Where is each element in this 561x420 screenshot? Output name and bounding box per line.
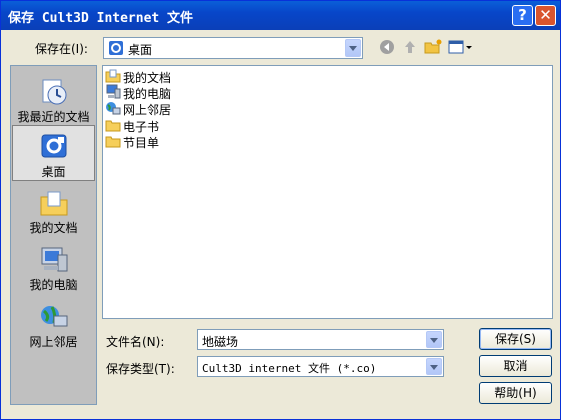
place-my-documents[interactable]: 我的文档 [12,182,95,238]
place-recent-documents[interactable]: 我最近的文档 [12,71,95,127]
place-my-computer[interactable]: 我的电脑 [12,239,95,295]
chevron-down-icon[interactable] [426,358,442,375]
window-title: 保存 Cult3D Internet 文件 [8,11,194,26]
places-bar: 我最近的文档 桌面 我的文档 我的电脑 网上邻居 [10,65,97,405]
title-bar[interactable]: 保存 Cult3D Internet 文件 ? ✕ [1,1,560,30]
recent-documents-icon [42,79,66,105]
close-button[interactable]: ✕ [535,5,556,26]
filename-input[interactable]: 地磁场 [197,329,444,350]
file-name: 网上邻居 [123,103,172,117]
file-name: 电子书 [123,120,160,134]
place-label: 桌面 [41,165,66,179]
file-list[interactable]: 我的文档 我的电脑 网上邻居 电子书 节目单 [102,65,553,319]
desktop-icon [41,134,66,158]
my-documents-icon [40,191,67,216]
chevron-down-icon[interactable] [345,39,361,57]
save-in-dropdown[interactable]: 桌面 [103,37,363,59]
my-documents-icon [105,69,121,83]
cancel-button[interactable]: 取消 [479,355,552,377]
filetype-dropdown[interactable]: Cult3D internet 文件 (*.co) [197,356,444,377]
filetype-value: Cult3D internet 文件 (*.co) [202,362,377,375]
filetype-label: 保存类型(T): [106,362,175,376]
file-name: 节目单 [123,136,160,150]
desktop-icon [109,41,123,55]
place-label: 我的电脑 [29,278,78,292]
place-label: 网上邻居 [29,335,78,349]
save-dialog: 保存 Cult3D Internet 文件 ? ✕ 保存在(I): 桌面 我最近… [0,0,561,420]
network-places-icon [106,102,121,115]
up-folder-icon[interactable] [400,38,420,58]
folder-icon [105,120,121,132]
place-network[interactable]: 网上邻居 [12,296,95,352]
back-icon[interactable] [377,38,397,58]
new-folder-icon[interactable] [423,38,443,58]
chevron-down-icon[interactable] [426,331,442,348]
file-name: 我的电脑 [123,87,172,101]
view-menu-icon[interactable] [447,38,473,58]
place-desktop[interactable]: 桌面 [12,125,95,181]
save-in-value: 桌面 [128,43,153,57]
help-title-button[interactable]: ? [512,5,533,26]
place-label: 我的文档 [29,221,78,235]
filename-label: 文件名(N): [106,335,165,349]
network-places-icon [40,306,67,327]
folder-icon [105,136,121,148]
my-computer-icon [106,84,121,99]
save-in-label: 保存在(I): [35,42,88,56]
filename-value: 地磁场 [202,335,239,349]
my-computer-icon [41,247,67,272]
help-button[interactable]: 帮助(H) [479,382,552,404]
place-label: 我最近的文档 [17,110,90,124]
save-button[interactable]: 保存(S) [479,328,552,350]
file-name: 我的文档 [123,71,172,85]
